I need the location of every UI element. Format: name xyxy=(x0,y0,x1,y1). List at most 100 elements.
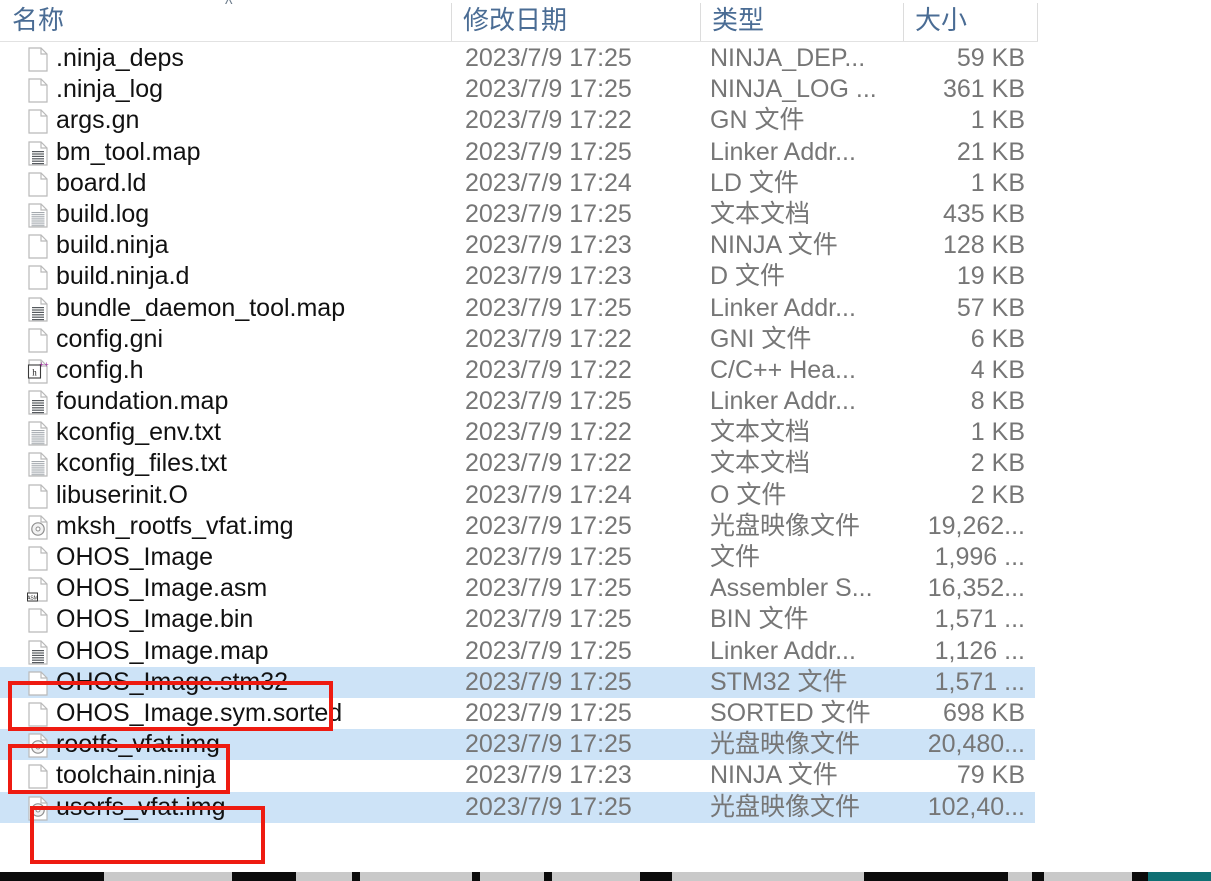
taskbar-item[interactable] xyxy=(296,872,352,881)
file-row[interactable]: build.log 2023/7/9 17:25 文本文档 435 KB xyxy=(0,199,1035,230)
file-row[interactable]: OHOS_Image.sym.sorted 2023/7/9 17:25 SORTE… xyxy=(0,698,1035,729)
file-name-cell: toolchain.ninja xyxy=(56,761,216,790)
file-name-cell: OHOS_Image.bin xyxy=(56,605,254,634)
file-name-cell: .ninja_deps xyxy=(56,44,184,72)
file-type-cell: 文本文档 xyxy=(710,449,811,478)
file-name-cell: board.ld xyxy=(56,168,147,197)
taskbar-item[interactable] xyxy=(480,872,544,881)
file-row[interactable]: toolchain.ninja 2023/7/9 17:23 NINJA 文件 79 … xyxy=(0,760,1035,791)
file-name-cell: config.h xyxy=(56,355,144,384)
file-row[interactable]: ASM OHOS_Image.asm 2023/7/9 17:25 Assembler… xyxy=(0,573,1035,604)
file-size-cell: 57 KB xyxy=(956,293,1025,322)
file-date-cell: 2023/7/9 17:22 xyxy=(465,449,632,478)
file-size-cell: 16,352... xyxy=(927,574,1025,603)
taskbar-strip[interactable] xyxy=(0,872,1211,881)
file-type-cell: 文本文档 xyxy=(710,199,811,228)
file-date-cell: 2023/7/9 17:22 xyxy=(465,418,632,447)
file-name-cell: OHOS_Image.stm32 xyxy=(56,667,289,696)
column-header-date[interactable]: 修改日期 xyxy=(451,0,700,42)
taskbar-item[interactable] xyxy=(672,872,864,881)
file-name-cell: libuserinit.O xyxy=(56,480,188,509)
taskbar-accent[interactable] xyxy=(1148,872,1211,881)
file-type-cell: Linker Addr... xyxy=(710,293,856,322)
taskbar-item[interactable] xyxy=(104,872,232,881)
file-date-cell: 2023/7/9 17:24 xyxy=(465,480,632,509)
file-type-cell: GNI 文件 xyxy=(710,324,812,353)
file-size-cell: 361 KB xyxy=(942,75,1025,104)
file-row[interactable]: bm_tool.map 2023/7/9 17:25 Linker Addr... 2… xyxy=(0,137,1035,168)
file-row[interactable]: userfs_vfat.img 2023/7/9 17:25 光盘映像文件 102,4… xyxy=(0,791,1035,823)
file-date-cell: 2023/7/9 17:25 xyxy=(465,293,632,322)
file-size-cell: 1 KB xyxy=(970,168,1025,197)
taskbar-item[interactable] xyxy=(552,872,640,881)
file-name-cell: userfs_vfat.img xyxy=(56,792,226,821)
file-row[interactable]: mksh_rootfs_vfat.img 2023/7/9 17:25 光盘映像文件… xyxy=(0,511,1035,542)
file-date-cell: 2023/7/9 17:25 xyxy=(465,511,632,540)
file-row[interactable]: OHOS_Image 2023/7/9 17:25 文件 1,996 ... xyxy=(0,542,1035,573)
column-divider[interactable] xyxy=(451,3,452,41)
file-row[interactable]: build.ninja 2023/7/9 17:23 NINJA 文件 128 KB xyxy=(0,230,1035,261)
file-row[interactable]: h ++ config.h 2023/7/9 17:22 C/C++ Hea... 4 K… xyxy=(0,355,1035,386)
column-divider[interactable] xyxy=(700,3,701,41)
file-row[interactable]: OHOS_Image.bin 2023/7/9 17:25 BIN 文件 1,571 … xyxy=(0,604,1035,635)
file-row[interactable]: args.gn 2023/7/9 17:22 GN 文件 1 KB xyxy=(0,105,1035,136)
file-size-cell: 1,126 ... xyxy=(934,636,1025,665)
file-type-cell: D 文件 xyxy=(710,262,786,291)
file-name-cell: OHOS_Image.asm xyxy=(56,574,268,603)
column-header-size[interactable]: 大小 xyxy=(903,0,1038,42)
file-type-cell: 文件 xyxy=(710,543,761,571)
file-row[interactable]: libuserinit.O 2023/7/9 17:24 O 文件 2 KB xyxy=(0,480,1035,511)
file-type-cell: NINJA 文件 xyxy=(710,761,838,790)
column-header-name[interactable]: 名称 ^ xyxy=(0,0,451,42)
file-date-cell: 2023/7/9 17:23 xyxy=(465,761,632,790)
file-size-cell: 435 KB xyxy=(942,199,1025,228)
file-row[interactable]: .ninja_deps 2023/7/9 17:25 NINJA_DEP... 59 … xyxy=(0,43,1035,74)
file-name-cell: bm_tool.map xyxy=(56,137,201,166)
file-date-cell: 2023/7/9 17:25 xyxy=(465,792,632,821)
file-row[interactable]: foundation.map 2023/7/9 17:25 Linker Addr.… xyxy=(0,386,1035,417)
file-row[interactable]: board.ld 2023/7/9 17:24 LD 文件 1 KB xyxy=(0,168,1035,199)
file-name-cell: rootfs_vfat.img xyxy=(56,730,220,759)
file-name-cell: OHOS_Image xyxy=(56,543,214,571)
file-type-cell: Assembler S... xyxy=(710,574,873,603)
file-row[interactable]: rootfs_vfat.img 2023/7/9 17:25 光盘映像文件 20,48… xyxy=(0,729,1035,761)
file-list-view[interactable]: 名称 ^ 修改日期 类型 大小 .ninja_deps 2023/7/9 17:2… xyxy=(0,0,1211,872)
file-row[interactable]: kconfig_files.txt 2023/7/9 17:22 文本文档 2 KB xyxy=(0,448,1035,479)
file-name-cell: kconfig_env.txt xyxy=(56,418,221,447)
file-type-cell: STM32 文件 xyxy=(710,667,848,696)
file-date-cell: 2023/7/9 17:25 xyxy=(465,75,632,104)
file-size-cell: 59 KB xyxy=(956,44,1025,72)
column-divider[interactable] xyxy=(903,3,904,41)
file-name-cell: bundle_daemon_tool.map xyxy=(56,293,346,322)
taskbar-item[interactable] xyxy=(360,872,472,881)
file-type-cell: 文本文档 xyxy=(710,418,811,447)
file-row[interactable]: OHOS_Image.map 2023/7/9 17:25 Linker Addr.… xyxy=(0,636,1035,667)
file-row[interactable]: kconfig_env.txt 2023/7/9 17:22 文本文档 1 KB xyxy=(0,417,1035,448)
file-date-cell: 2023/7/9 17:25 xyxy=(465,137,632,166)
file-date-cell: 2023/7/9 17:22 xyxy=(465,355,632,384)
file-type-cell: SORTED 文件 xyxy=(710,698,871,727)
file-type-cell: Linker Addr... xyxy=(710,137,856,166)
file-name-cell: OHOS_Image.sym.sorted xyxy=(56,698,343,727)
file-name-cell: build.ninja xyxy=(56,231,169,260)
taskbar-item[interactable] xyxy=(1008,872,1032,881)
file-date-cell: 2023/7/9 17:24 xyxy=(465,168,632,197)
file-size-cell: 79 KB xyxy=(956,761,1025,790)
column-divider[interactable] xyxy=(1037,3,1038,41)
file-name-cell: build.ninja.d xyxy=(56,262,190,291)
file-type-cell: Linker Addr... xyxy=(710,636,856,665)
file-size-cell: 128 KB xyxy=(942,231,1025,260)
file-row[interactable]: config.gni 2023/7/9 17:22 GNI 文件 6 KB xyxy=(0,324,1035,355)
file-row[interactable]: OHOS_Image.stm32 2023/7/9 17:25 STM32 文件 1,… xyxy=(0,666,1035,698)
file-type-cell: C/C++ Hea... xyxy=(710,355,856,384)
file-row[interactable]: build.ninja.d 2023/7/9 17:23 D 文件 19 KB xyxy=(0,261,1035,292)
file-date-cell: 2023/7/9 17:25 xyxy=(465,667,632,696)
taskbar-item[interactable] xyxy=(1044,872,1132,881)
file-rows-container[interactable]: .ninja_deps 2023/7/9 17:25 NINJA_DEP... 59 … xyxy=(0,43,1038,823)
file-row[interactable]: .ninja_log 2023/7/9 17:25 NINJA_LOG ... 361… xyxy=(0,74,1035,105)
file-row[interactable]: bundle_daemon_tool.map 2023/7/9 17:25 Link… xyxy=(0,293,1035,324)
file-type-cell: BIN 文件 xyxy=(710,605,809,634)
column-header-type[interactable]: 类型 xyxy=(700,0,903,42)
file-type-cell: NINJA 文件 xyxy=(710,231,838,260)
file-size-cell: 1 KB xyxy=(970,418,1025,447)
